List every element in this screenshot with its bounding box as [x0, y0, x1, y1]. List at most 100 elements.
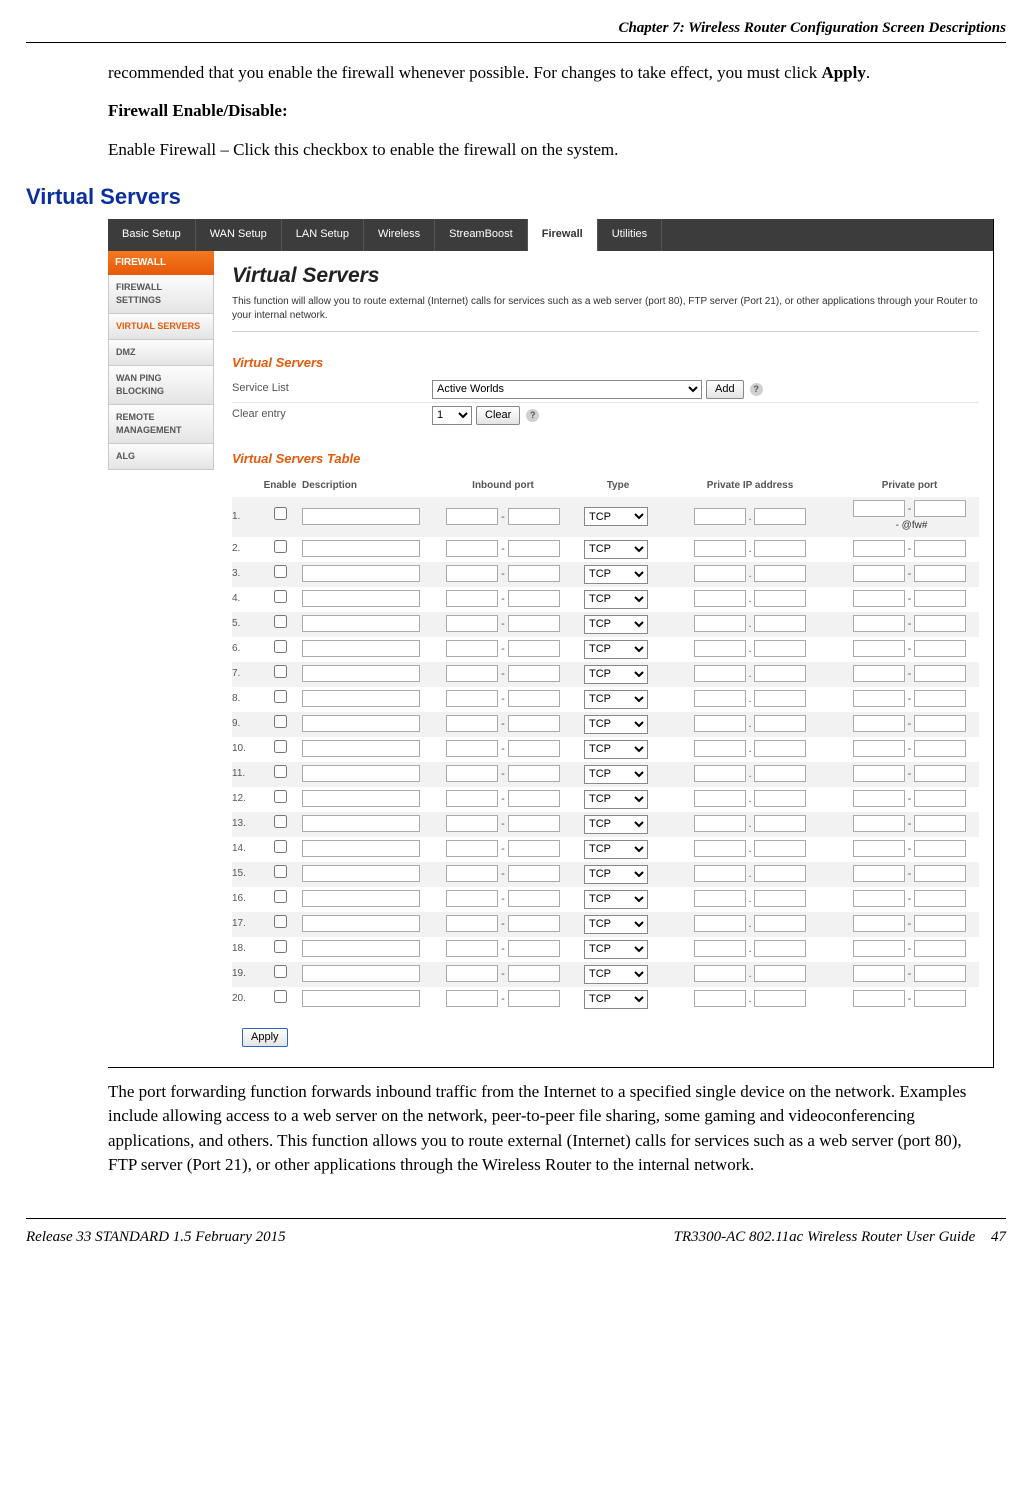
enable-checkbox[interactable] — [274, 990, 287, 1003]
type-select[interactable]: TCP — [584, 815, 648, 834]
private-port-start[interactable] — [853, 690, 905, 707]
tab-streamboost[interactable]: StreamBoost — [435, 219, 528, 251]
private-ip-a[interactable] — [694, 615, 746, 632]
sidebar-item-wan-ping-blocking[interactable]: WAN PING BLOCKING — [108, 366, 214, 405]
inbound-port-start[interactable] — [446, 615, 498, 632]
enable-checkbox[interactable] — [274, 740, 287, 753]
description-input[interactable] — [302, 565, 420, 582]
private-ip-a[interactable] — [694, 940, 746, 957]
inbound-port-start[interactable] — [446, 890, 498, 907]
description-input[interactable] — [302, 990, 420, 1007]
private-port-end[interactable] — [914, 540, 966, 557]
inbound-port-start[interactable] — [446, 665, 498, 682]
enable-checkbox[interactable] — [274, 840, 287, 853]
sidebar-item-virtual-servers[interactable]: VIRTUAL SERVERS — [108, 314, 214, 340]
inbound-port-start[interactable] — [446, 765, 498, 782]
private-ip-b[interactable] — [754, 565, 806, 582]
private-ip-a[interactable] — [694, 915, 746, 932]
enable-checkbox[interactable] — [274, 565, 287, 578]
private-port-start[interactable] — [853, 565, 905, 582]
inbound-port-start[interactable] — [446, 690, 498, 707]
enable-checkbox[interactable] — [274, 507, 287, 520]
private-port-start[interactable] — [853, 615, 905, 632]
type-select[interactable]: TCP — [584, 640, 648, 659]
description-input[interactable] — [302, 540, 420, 557]
private-ip-b[interactable] — [754, 508, 806, 525]
private-port-start[interactable] — [853, 540, 905, 557]
private-ip-b[interactable] — [754, 665, 806, 682]
inbound-port-start[interactable] — [446, 640, 498, 657]
enable-checkbox[interactable] — [274, 765, 287, 778]
tab-firewall[interactable]: Firewall — [528, 219, 598, 251]
inbound-port-start[interactable] — [446, 740, 498, 757]
private-ip-b[interactable] — [754, 715, 806, 732]
private-ip-b[interactable] — [754, 940, 806, 957]
private-port-start[interactable] — [853, 715, 905, 732]
private-ip-a[interactable] — [694, 640, 746, 657]
private-ip-b[interactable] — [754, 640, 806, 657]
type-select[interactable]: TCP — [584, 790, 648, 809]
description-input[interactable] — [302, 965, 420, 982]
private-port-end[interactable] — [914, 590, 966, 607]
private-ip-b[interactable] — [754, 990, 806, 1007]
private-ip-a[interactable] — [694, 965, 746, 982]
private-ip-b[interactable] — [754, 615, 806, 632]
enable-checkbox[interactable] — [274, 965, 287, 978]
private-ip-a[interactable] — [694, 740, 746, 757]
private-port-start[interactable] — [853, 915, 905, 932]
private-ip-a[interactable] — [694, 840, 746, 857]
private-ip-b[interactable] — [754, 840, 806, 857]
tab-utilities[interactable]: Utilities — [598, 219, 662, 251]
description-input[interactable] — [302, 915, 420, 932]
private-ip-b[interactable] — [754, 865, 806, 882]
service-list-select[interactable]: Active Worlds — [432, 380, 702, 399]
type-select[interactable]: TCP — [584, 890, 648, 909]
private-port-end[interactable] — [914, 840, 966, 857]
enable-checkbox[interactable] — [274, 540, 287, 553]
type-select[interactable]: TCP — [584, 690, 648, 709]
inbound-port-start[interactable] — [446, 965, 498, 982]
description-input[interactable] — [302, 690, 420, 707]
private-port-start[interactable] — [853, 815, 905, 832]
inbound-port-start[interactable] — [446, 815, 498, 832]
enable-checkbox[interactable] — [274, 890, 287, 903]
private-ip-b[interactable] — [754, 890, 806, 907]
description-input[interactable] — [302, 590, 420, 607]
private-ip-a[interactable] — [694, 890, 746, 907]
inbound-port-end[interactable] — [508, 715, 560, 732]
inbound-port-end[interactable] — [508, 765, 560, 782]
private-port-end[interactable] — [914, 915, 966, 932]
private-port-start[interactable] — [853, 890, 905, 907]
inbound-port-start[interactable] — [446, 540, 498, 557]
type-select[interactable]: TCP — [584, 965, 648, 984]
clear-entry-select[interactable]: 1 — [432, 406, 472, 425]
enable-checkbox[interactable] — [274, 640, 287, 653]
private-ip-b[interactable] — [754, 690, 806, 707]
tab-lan-setup[interactable]: LAN Setup — [282, 219, 364, 251]
private-ip-a[interactable] — [694, 540, 746, 557]
type-select[interactable]: TCP — [584, 740, 648, 759]
inbound-port-end[interactable] — [508, 840, 560, 857]
private-ip-a[interactable] — [694, 565, 746, 582]
add-button[interactable]: Add — [706, 380, 744, 399]
type-select[interactable]: TCP — [584, 715, 648, 734]
inbound-port-start[interactable] — [446, 915, 498, 932]
private-port-start[interactable] — [853, 500, 905, 517]
inbound-port-start[interactable] — [446, 940, 498, 957]
enable-checkbox[interactable] — [274, 940, 287, 953]
inbound-port-end[interactable] — [508, 915, 560, 932]
tab-wan-setup[interactable]: WAN Setup — [196, 219, 282, 251]
inbound-port-end[interactable] — [508, 665, 560, 682]
private-port-end[interactable] — [914, 940, 966, 957]
private-port-end[interactable] — [914, 565, 966, 582]
type-select[interactable]: TCP — [584, 565, 648, 584]
private-port-end[interactable] — [914, 965, 966, 982]
private-port-end[interactable] — [914, 500, 966, 517]
tab-basic-setup[interactable]: Basic Setup — [108, 219, 196, 251]
private-port-end[interactable] — [914, 865, 966, 882]
type-select[interactable]: TCP — [584, 765, 648, 784]
enable-checkbox[interactable] — [274, 865, 287, 878]
inbound-port-end[interactable] — [508, 865, 560, 882]
inbound-port-start[interactable] — [446, 565, 498, 582]
private-port-end[interactable] — [914, 765, 966, 782]
